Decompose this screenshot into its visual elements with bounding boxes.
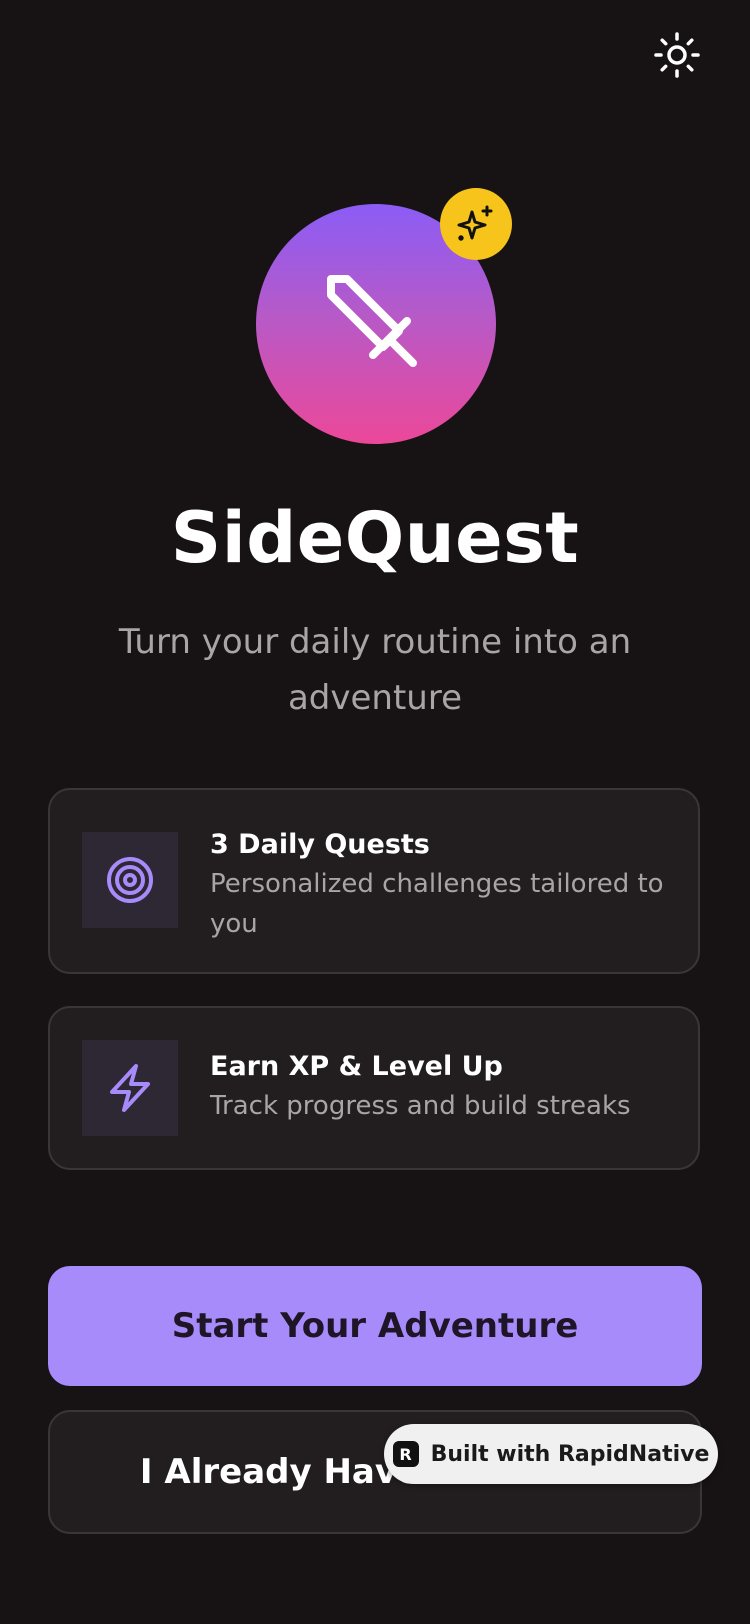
start-adventure-button[interactable]: Start Your Adventure [48,1266,702,1386]
sparkles-icon [457,205,493,241]
feature-title: 3 Daily Quests [210,829,430,860]
app-title: SideQuest [170,497,580,579]
sun-icon [654,32,700,78]
built-with-rapidnative-badge[interactable]: R Built with RapidNative [384,1424,718,1484]
theme-toggle-button[interactable] [652,30,702,80]
feature-icon-container [82,1040,178,1136]
sparkle-badge [440,188,512,260]
login-button-label: I Already Have [139,1452,421,1492]
badge-label: Built with RapidNative [430,1441,710,1467]
app-tagline: Turn your daily routine into an adventur… [118,622,632,718]
feature-description: Track progress and build streaks [210,1091,631,1121]
sword-icon [327,275,417,367]
lightning-bolt-icon [110,1064,150,1112]
feature-title: Earn XP & Level Up [210,1051,503,1082]
feature-card-daily-quests: 3 Daily Quests Personalized challenges t… [48,788,700,974]
rapidnative-logo-icon: R [392,1441,419,1467]
feature-card-earn-xp: Earn XP & Level Up Track progress and bu… [48,1006,700,1170]
target-icon [107,857,153,903]
feature-description: Personalized challenges tailored to you [210,869,664,939]
feature-icon-container [82,832,178,928]
